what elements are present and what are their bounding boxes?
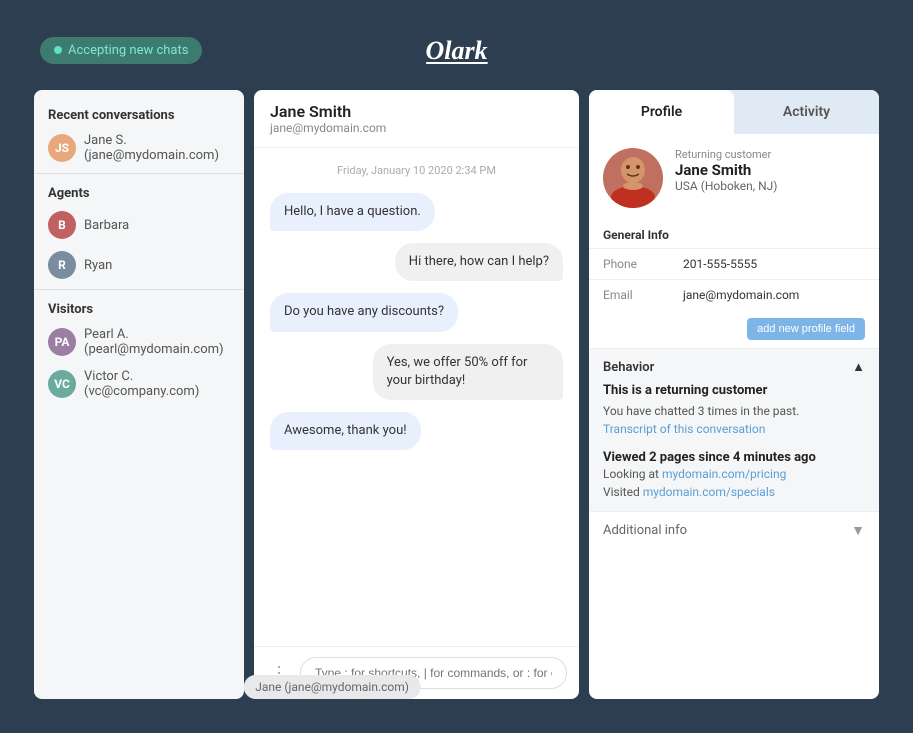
chat-messages: Friday, January 10 2020 2:34 PM Hello, I… [254, 148, 579, 646]
email-row: Email jane@mydomain.com [589, 279, 879, 310]
agents-label: Agents [34, 178, 244, 205]
sidebar-item-pearl[interactable]: PA Pearl A. (pearl@mydomain.com) [34, 321, 244, 363]
divider-2 [34, 289, 244, 290]
sidebar-jane-text: Jane S. (jane@mydomain.com) [84, 133, 230, 163]
avatar-ryan: R [48, 251, 76, 279]
profile-user-location: USA (Hoboken, NJ) [675, 179, 777, 193]
pearl-name: Pearl A. (pearl@mydomain.com) [84, 327, 230, 357]
chat-contact-email: jane@mydomain.com [270, 121, 563, 135]
divider-1 [34, 173, 244, 174]
email-label: Email [603, 288, 683, 302]
chat-contact-name: Jane Smith [270, 102, 563, 121]
pricing-link[interactable]: mydomain.com/pricing [662, 467, 786, 481]
sidebar: Recent conversations JS Jane S. (jane@my… [34, 90, 244, 699]
visitors-label: Visitors [34, 294, 244, 321]
chat-area: Jane Smith jane@mydomain.com Friday, Jan… [254, 90, 579, 699]
profile-panel: Profile Activity [589, 90, 879, 699]
logo: Olark [425, 36, 487, 64]
message-3: Do you have any discounts? [270, 293, 458, 331]
add-profile-field-button[interactable]: add new profile field [747, 318, 865, 340]
behavior-section: Behavior ▲ This is a returning customer … [589, 348, 879, 511]
general-info-title: General Info [589, 222, 879, 248]
profile-user-info: Returning customer Jane Smith USA (Hobok… [675, 148, 777, 193]
status-dot [54, 46, 62, 54]
behavior-returning-text: You have chatted 3 times in the past. Tr… [603, 402, 865, 438]
chat-header: Jane Smith jane@mydomain.com [254, 90, 579, 148]
message-4: Yes, we offer 50% off for your birthday! [373, 344, 563, 400]
profile-user-section: Returning customer Jane Smith USA (Hobok… [589, 134, 879, 222]
main-content: Recent conversations JS Jane S. (jane@my… [20, 80, 893, 713]
avatar-victor: VC [48, 370, 76, 398]
behavior-chevron-icon: ▲ [852, 359, 865, 375]
recent-conversations-label: Recent conversations [34, 100, 244, 127]
sidebar-item-ryan[interactable]: R Ryan [34, 245, 244, 285]
avatar-pearl: PA [48, 328, 76, 356]
behavior-viewed-title: Viewed 2 pages since 4 minutes ago [603, 450, 865, 465]
sidebar-item-victor[interactable]: VC Victor C. (vc@company.com) [34, 363, 244, 405]
status-text: Accepting new chats [68, 43, 188, 58]
chat-date-divider: Friday, January 10 2020 2:34 PM [270, 164, 563, 177]
status-badge[interactable]: Accepting new chats [40, 37, 202, 64]
behavior-pages: Looking at mydomain.com/pricing Visited … [603, 465, 865, 501]
message-5: Awesome, thank you! [270, 412, 421, 450]
additional-info-chevron-icon: ▼ [851, 522, 865, 539]
profile-avatar [603, 148, 663, 208]
avatar-jane: JS [48, 134, 76, 162]
ryan-name: Ryan [84, 258, 112, 273]
victor-name: Victor C. (vc@company.com) [84, 369, 230, 399]
profile-content: Returning customer Jane Smith USA (Hobok… [589, 134, 879, 699]
behavior-returning-title: This is a returning customer [603, 383, 865, 398]
sidebar-item-jane[interactable]: JS Jane S. (jane@mydomain.com) [34, 127, 244, 169]
phone-label: Phone [603, 257, 683, 271]
app-container: Accepting new chats Olark Recent convers… [20, 20, 893, 713]
message-2: Hi there, how can I help? [395, 243, 563, 281]
add-field-btn-container: add new profile field [589, 310, 879, 348]
chat-footer-tag: Jane (jane@mydomain.com) [243, 675, 421, 699]
phone-value: 201-555-5555 [683, 257, 757, 271]
behavior-header[interactable]: Behavior ▲ [603, 359, 865, 375]
message-1: Hello, I have a question. [270, 193, 435, 231]
phone-row: Phone 201-555-5555 [589, 248, 879, 279]
specials-link[interactable]: mydomain.com/specials [643, 485, 775, 499]
barbara-name: Barbara [84, 218, 129, 233]
avatar-barbara: B [48, 211, 76, 239]
tab-profile[interactable]: Profile [589, 90, 734, 134]
top-bar: Accepting new chats Olark [20, 20, 893, 80]
tab-activity[interactable]: Activity [734, 90, 879, 134]
profile-user-name: Jane Smith [675, 161, 777, 179]
behavior-label: Behavior [603, 360, 654, 375]
email-value: jane@mydomain.com [683, 288, 799, 302]
additional-info-section[interactable]: Additional info ▼ [589, 511, 879, 549]
additional-info-label: Additional info [603, 523, 687, 538]
behavior-transcript-link[interactable]: Transcript of this conversation [603, 422, 765, 436]
returning-label: Returning customer [675, 148, 777, 161]
sidebar-item-barbara[interactable]: B Barbara [34, 205, 244, 245]
profile-tabs: Profile Activity [589, 90, 879, 134]
